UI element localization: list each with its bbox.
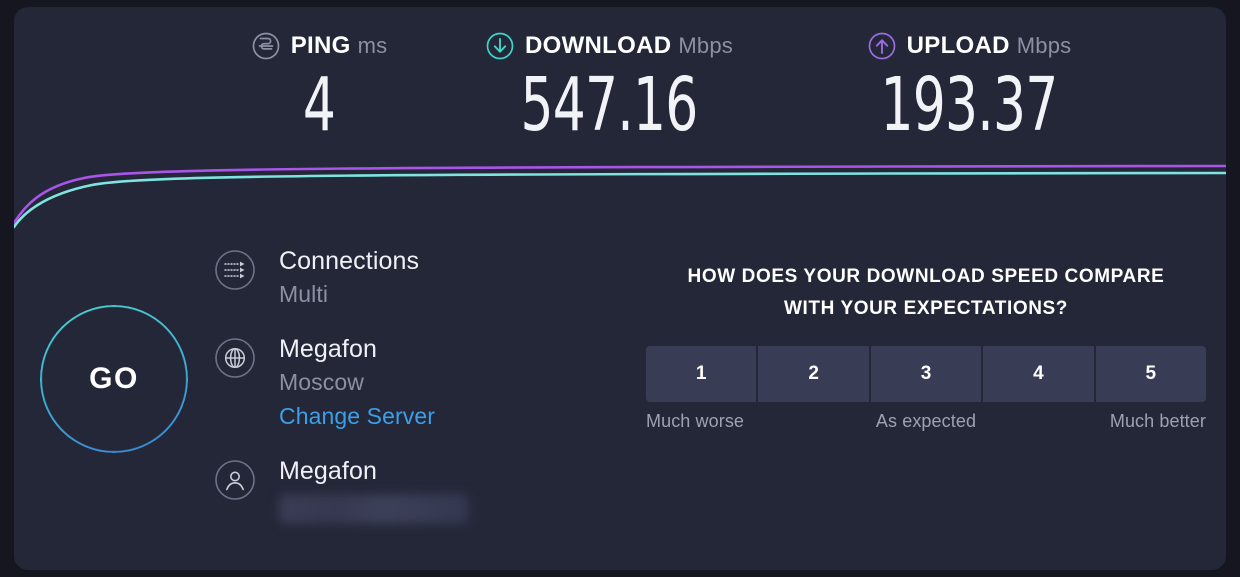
rating-button-2[interactable]: 2 (758, 346, 871, 402)
metric-upload-title: UPLOAD (906, 32, 1010, 59)
download-curve (14, 171, 1226, 229)
metric-upload-value: 193.37 (880, 62, 1059, 148)
upload-arrow-icon (868, 32, 895, 60)
metric-ping-title-group: PING ms (291, 32, 388, 60)
scale-label-as-expected: As expected (875, 411, 977, 431)
metric-download-value: 547.16 (520, 62, 699, 148)
metric-ping-title: PING (290, 32, 351, 59)
account-isp-name: Megafon (279, 457, 377, 485)
scale-label-much-better: Much better (1109, 411, 1206, 431)
person-icon (215, 460, 255, 500)
metric-ping: PING ms 4 (194, 29, 444, 145)
speed-graph-svg (14, 164, 1226, 229)
download-arrow-icon (486, 32, 514, 60)
metric-download-unit: Mbps (678, 33, 733, 58)
survey-question-line1: HOW DOES YOUR DOWNLOAD SPEED COMPARE (687, 266, 1165, 287)
metric-download-title: DOWNLOAD (525, 32, 672, 59)
info-body-account: Megafon (279, 455, 469, 524)
rating-button-group: 1 2 3 4 5 (646, 346, 1206, 402)
survey-question-line2: WITH YOUR EXPECTATIONS? (783, 298, 1069, 319)
rating-button-3[interactable]: 3 (870, 346, 984, 402)
server-location: Moscow (279, 369, 364, 395)
connections-value: Multi (279, 281, 329, 307)
info-row-connections[interactable]: Connections Multi (212, 245, 632, 311)
metric-ping-unit: ms (357, 33, 388, 58)
metric-upload-title-group: UPLOAD Mbps (907, 32, 1072, 60)
metric-upload-header: UPLOAD Mbps (774, 29, 1164, 63)
metric-upload: UPLOAD Mbps 193.37 (774, 29, 1164, 145)
metric-download-title-group: DOWNLOAD Mbps (525, 32, 733, 60)
connections-icon (215, 250, 255, 290)
rating-button-4[interactable]: 4 (983, 346, 1096, 402)
info-row-server[interactable]: Megafon Moscow Change Server (212, 333, 632, 433)
metrics-bar: PING ms 4 DOWNLOAD Mbps 547.16 UPLOAD Mb… (14, 7, 1226, 157)
globe-icon (215, 338, 255, 378)
expectation-survey: HOW DOES YOUR DOWNLOAD SPEED COMPARE WIT… (646, 261, 1206, 437)
survey-question: HOW DOES YOUR DOWNLOAD SPEED COMPARE WIT… (646, 261, 1206, 325)
metric-ping-header: PING ms (194, 29, 444, 63)
go-button-label: GO (89, 362, 139, 395)
speed-graph (14, 155, 1226, 233)
lower-panel: GO Connections Multi Megafon Moscow Chan… (14, 233, 1226, 570)
connection-info-list: Connections Multi Megafon Moscow Change … (212, 245, 632, 546)
rating-button-5[interactable]: 5 (1095, 346, 1206, 402)
speedtest-result-card: PING ms 4 DOWNLOAD Mbps 547.16 UPLOAD Mb… (14, 7, 1226, 570)
info-body-server: Megafon Moscow Change Server (279, 333, 435, 433)
scale-label-much-worse: Much worse (646, 411, 745, 431)
metric-upload-unit: Mbps (1016, 33, 1072, 58)
metric-download: DOWNLOAD Mbps 547.16 (414, 29, 804, 145)
rating-scale-labels: Much worse As expected Much better (646, 411, 1206, 437)
server-name: Megafon (279, 335, 377, 363)
ping-icon (252, 32, 280, 60)
go-button[interactable]: GO (40, 305, 188, 453)
info-body-connections: Connections Multi (279, 245, 419, 311)
metric-ping-value: 4 (302, 62, 336, 148)
rating-button-1[interactable]: 1 (646, 346, 759, 402)
ip-address-redacted (279, 494, 469, 524)
info-row-account[interactable]: Megafon (212, 455, 632, 524)
metric-download-header: DOWNLOAD Mbps (414, 29, 804, 63)
connections-title: Connections (279, 247, 420, 275)
change-server-link[interactable]: Change Server (279, 399, 435, 433)
